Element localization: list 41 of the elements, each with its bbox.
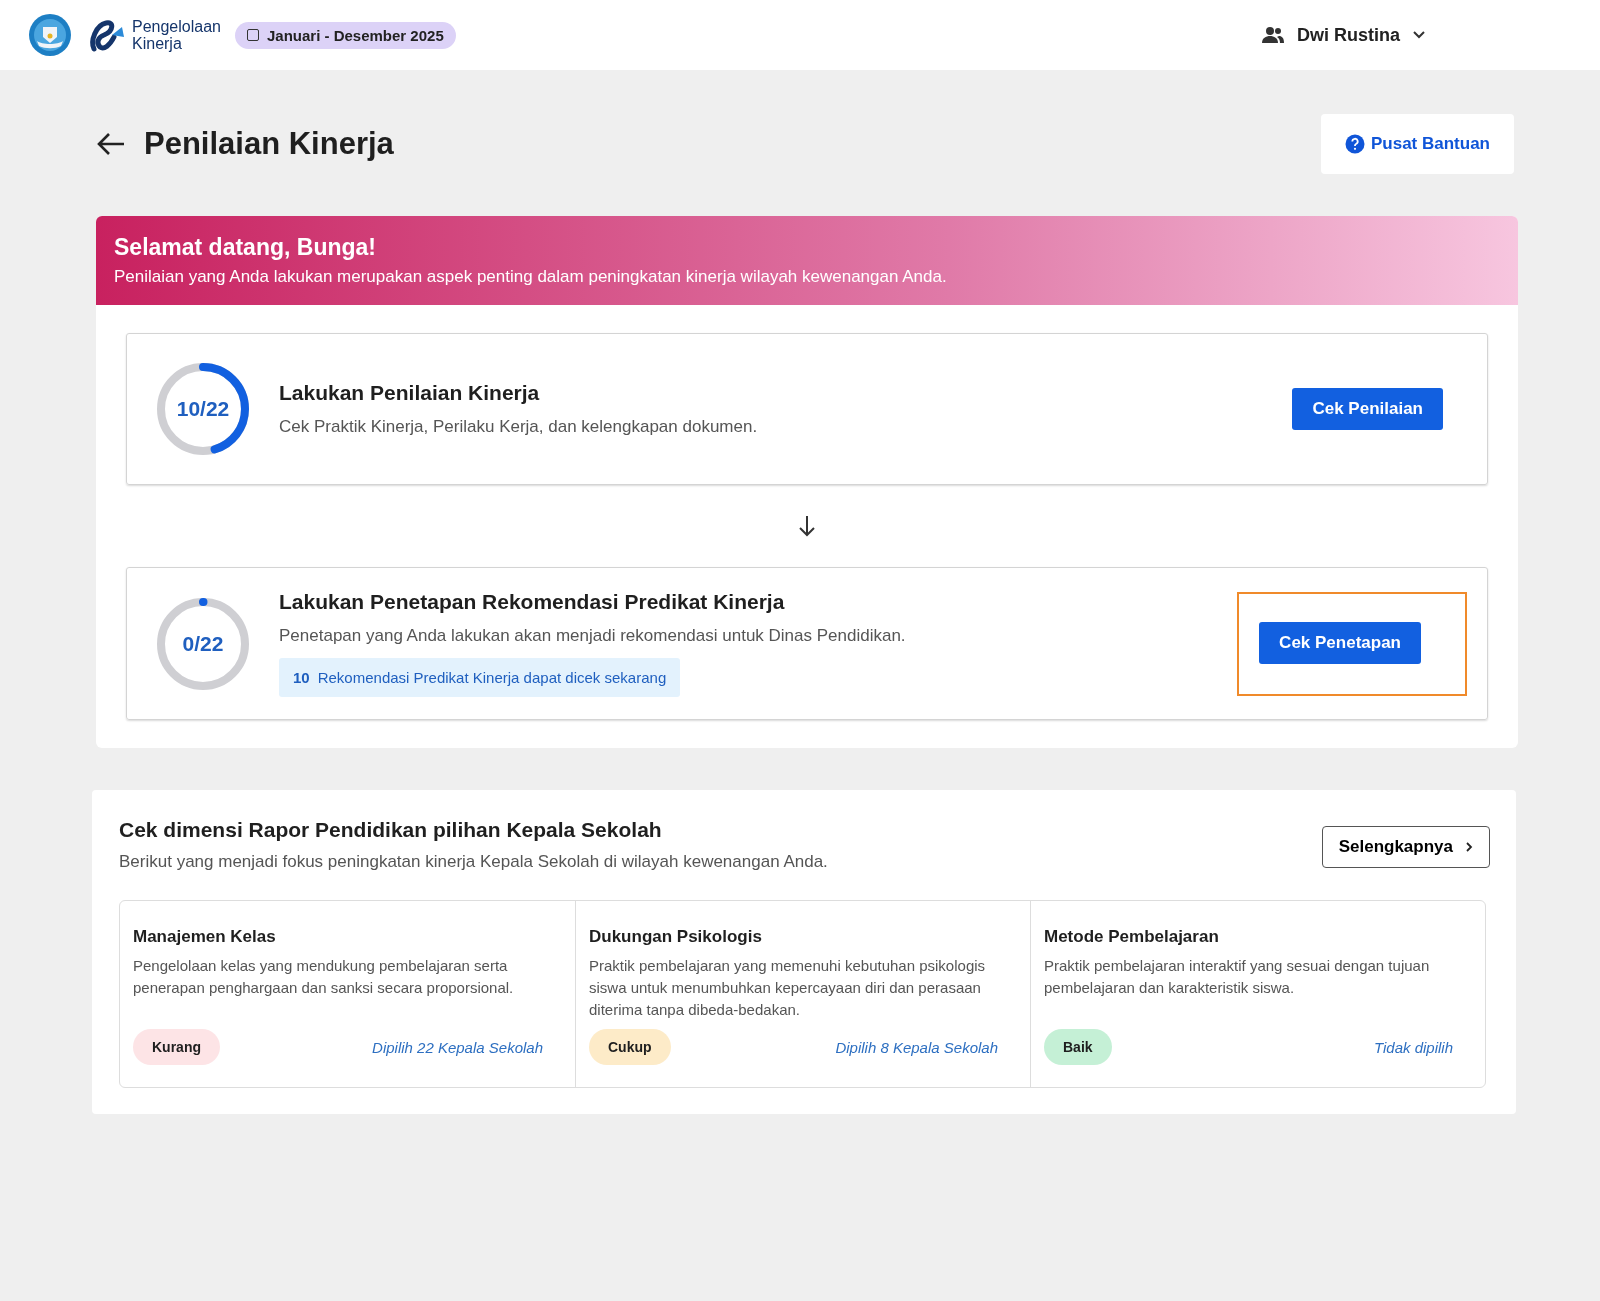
step-button[interactable]: Cek Penilaian — [1292, 388, 1443, 430]
selection-count: Tidak dipilih — [1373, 1038, 1453, 1056]
square-icon — [246, 29, 259, 41]
help-center-button[interactable]: Pusat Bantuan — [1320, 114, 1514, 174]
dimension-title: Dukungan Psikologis — [589, 927, 763, 947]
dimension-description: Praktik pembelajaran yang memenuhi kebutuhan psikologis siswa untuk menumbuhkan kepercayaan diri dan perasaan diterima tanpa dibeda-bedakan. — [589, 956, 987, 1020]
section-title: Cek dimensi Rapor Pendidikan pilihan Kepala Sekolah — [119, 818, 663, 842]
step-description: Cek Praktik Kinerja, Perilaku Kerja, dan kelengkapan dokumen. — [279, 417, 759, 437]
selection-count: Dipilih 22 Kepala Sekolah — [372, 1038, 543, 1056]
notice-count: 10 — [293, 669, 310, 686]
progress-count: 10/22 — [176, 397, 230, 421]
dimension-description: Pengelolaan kelas yang mendukung pembelajaran serta penerapan penghargaan dan sanksi secara proporsional. — [133, 956, 515, 998]
welcome-subtitle: Penilaian yang Anda lakukan merupakan aspek penting dalam peningkatan kinerja wilayah kewenangan Anda. — [114, 267, 948, 287]
step-title: Lakukan Penetapan Rekomendasi Predikat Kinerja — [279, 590, 786, 614]
rating-tag: Cukup — [589, 1029, 671, 1065]
progress-count: 0/22 — [182, 631, 224, 656]
see-more-button[interactable]: Selengkapnya — [1321, 826, 1490, 868]
section-subtitle: Berikut yang menjadi fokus peningkatan kinerja Kepala Sekolah di wilayah kewenangan Anda. — [119, 852, 828, 872]
chevron-right-icon — [1465, 841, 1473, 853]
notice-text: Rekomendasi Predikat Kinerja dapat dicek sekarang — [317, 669, 667, 686]
chevron-down-icon — [1412, 30, 1426, 40]
app-name: Pengelolaan — [132, 18, 221, 35]
period-selector[interactable]: Januari - Desember 2025 — [234, 21, 456, 49]
welcome-title: Selamat datang, Bunga! — [114, 234, 377, 261]
rating-tag: Kurang — [133, 1029, 220, 1065]
app-name: Kinerja — [132, 35, 183, 52]
step-description: Penetapan yang Anda lakukan akan menjadi rekomendasi untuk Dinas Pendidikan. — [279, 626, 907, 646]
dimension-title: Manajemen Kelas — [133, 927, 277, 947]
selection-count: Dipilih 8 Kepala Sekolah — [835, 1038, 998, 1056]
users-icon — [1261, 26, 1285, 44]
step-button[interactable]: Cek Penetapan — [1259, 621, 1421, 664]
back-arrow-icon[interactable] — [96, 131, 126, 157]
page-title: Penilaian Kinerja — [144, 126, 394, 162]
emblem-logo-icon — [28, 13, 72, 57]
down-arrow-icon — [797, 515, 817, 537]
user-menu[interactable]: Dwi Rustina — [1255, 23, 1432, 47]
step-title: Lakukan Penilaian Kinerja — [279, 381, 541, 405]
dimension-description: Praktik pembelajaran interaktif yang sesuai dengan tujuan pembelajaran dan karakteristik siswa. — [1044, 956, 1431, 998]
dimension-title: Metode Pembelajaran — [1044, 927, 1220, 947]
help-icon — [1344, 134, 1365, 154]
rating-tag: Baik — [1044, 1029, 1112, 1065]
